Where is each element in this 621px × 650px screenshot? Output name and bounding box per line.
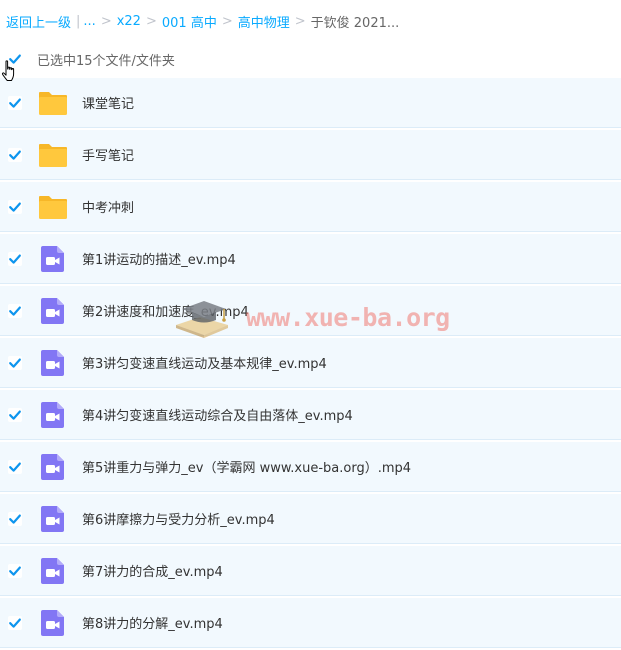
row-checkbox[interactable] (8, 199, 22, 214)
checkmark-icon (9, 254, 21, 264)
file-name[interactable]: 第3讲匀变速直线运动及基本规律_ev.mp4 (82, 353, 327, 372)
row-checkbox[interactable] (8, 407, 22, 422)
video-file-icon (41, 245, 64, 272)
file-row[interactable]: 第1讲运动的描述_ev.mp4 (0, 234, 621, 284)
breadcrumb-item-high-school[interactable]: 001 高中 (162, 12, 217, 31)
file-row[interactable]: 第4讲匀变速直线运动综合及自由落体_ev.mp4 (0, 390, 621, 440)
row-checkbox[interactable] (8, 303, 22, 318)
breadcrumb: 返回上一级 | ... > x22 > 001 高中 > 高中物理 > 于钦俊 … (6, 11, 399, 31)
file-row[interactable]: 中考冲刺 (0, 182, 621, 232)
video-file-icon (41, 505, 64, 532)
row-checkbox[interactable] (8, 459, 22, 474)
file-row[interactable]: 第6讲摩擦力与受力分析_ev.mp4 (0, 494, 621, 544)
row-checkbox[interactable] (8, 95, 22, 110)
row-checkbox[interactable] (8, 511, 22, 526)
file-name[interactable]: 课堂笔记 (82, 93, 134, 112)
hand-cursor-icon (1, 60, 15, 81)
file-row[interactable]: 课堂笔记 (0, 78, 621, 128)
file-list: 课堂笔记 手写笔记 中考冲刺 第1讲运动的描述_ev.mp4 第2讲速度和加速度… (0, 78, 621, 650)
file-row[interactable]: 第7讲力的合成_ev.mp4 (0, 546, 621, 596)
file-row[interactable]: 第5讲重力与弹力_ev（学霸网 www.xue-ba.org）.mp4 (0, 442, 621, 492)
back-link[interactable]: 返回上一级 (6, 12, 71, 31)
breadcrumb-separator: > (221, 13, 233, 29)
file-name[interactable]: 第7讲力的合成_ev.mp4 (82, 561, 223, 580)
file-name[interactable]: 第5讲重力与弹力_ev（学霸网 www.xue-ba.org）.mp4 (82, 457, 411, 476)
folder-icon (39, 143, 67, 167)
checkmark-icon (9, 618, 21, 628)
file-name[interactable]: 第2讲速度和加速度_ev.mp4 (82, 301, 249, 320)
file-row[interactable]: 手写笔记 (0, 130, 621, 180)
breadcrumb-ellipsis[interactable]: ... (83, 14, 95, 29)
file-name[interactable]: 手写笔记 (82, 145, 134, 164)
video-file-icon (41, 297, 64, 324)
checkmark-icon (9, 150, 21, 160)
checkmark-icon (9, 462, 21, 472)
file-row[interactable]: 第3讲匀变速直线运动及基本规律_ev.mp4 (0, 338, 621, 388)
breadcrumb-separator: > (100, 13, 112, 29)
file-row[interactable]: 第8讲力的分解_ev.mp4 (0, 598, 621, 648)
row-checkbox[interactable] (8, 563, 22, 578)
folder-icon (39, 91, 67, 115)
select-all-bar: 已选中15个文件/文件夹 (0, 44, 621, 74)
file-name[interactable]: 第8讲力的分解_ev.mp4 (82, 613, 223, 632)
video-file-icon (41, 349, 64, 376)
checkmark-icon (9, 98, 21, 108)
video-file-icon (41, 453, 64, 480)
video-file-icon (41, 609, 64, 636)
row-checkbox[interactable] (8, 147, 22, 162)
checkmark-icon (9, 306, 21, 316)
folder-icon (39, 195, 67, 219)
row-checkbox[interactable] (8, 615, 22, 630)
video-file-icon (41, 557, 64, 584)
selection-count-label: 已选中15个文件/文件夹 (37, 53, 175, 69)
checkmark-icon (9, 514, 21, 524)
checkmark-icon (9, 566, 21, 576)
checkmark-icon (9, 410, 21, 420)
breadcrumb-separator: > (294, 13, 306, 29)
breadcrumb-item-physics[interactable]: 高中物理 (238, 12, 290, 31)
breadcrumb-separator: > (145, 13, 157, 29)
breadcrumb-divider: | (76, 13, 81, 29)
breadcrumb-current: 于钦俊 2021... (310, 15, 400, 31)
file-name[interactable]: 第1讲运动的描述_ev.mp4 (82, 249, 236, 268)
checkmark-icon (9, 202, 21, 212)
checkmark-icon (9, 358, 21, 368)
video-file-icon (41, 401, 64, 428)
row-checkbox[interactable] (8, 251, 22, 266)
file-name[interactable]: 第6讲摩擦力与受力分析_ev.mp4 (82, 509, 275, 528)
file-row[interactable]: 第2讲速度和加速度_ev.mp4 (0, 286, 621, 336)
file-name[interactable]: 第4讲匀变速直线运动综合及自由落体_ev.mp4 (82, 405, 353, 424)
file-name[interactable]: 中考冲刺 (82, 197, 134, 216)
row-checkbox[interactable] (8, 355, 22, 370)
breadcrumb-item-x22[interactable]: x22 (117, 14, 141, 29)
